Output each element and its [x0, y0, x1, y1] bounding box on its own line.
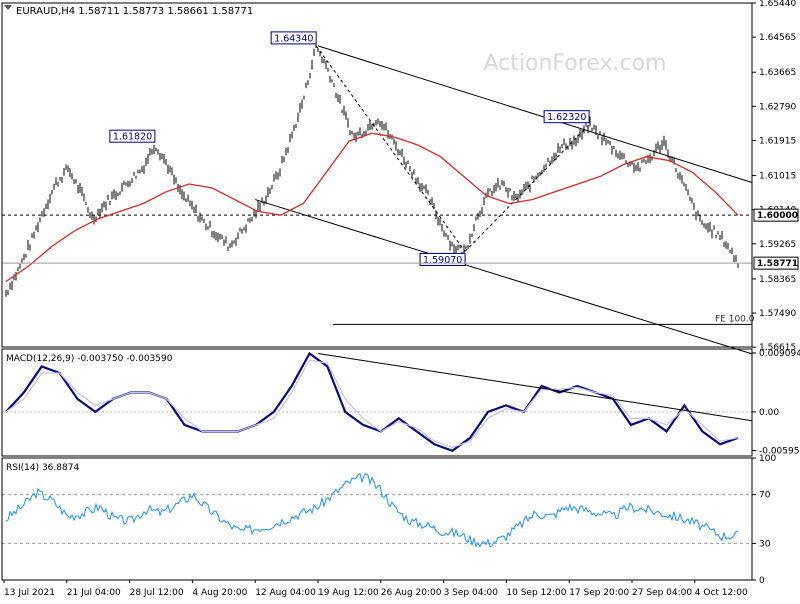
annotation-label: 1.61820 — [113, 132, 152, 143]
main-y-tick-label: 1.58365 — [759, 275, 796, 285]
annotation-label: 1.62320 — [547, 112, 586, 123]
macd-y-tick-label: 0.00 — [759, 408, 779, 418]
x-tick-label: 4 Aug 20:00 — [192, 588, 247, 598]
x-tick-label: 4 Oct 12:00 — [695, 588, 748, 598]
annotation-label: 1.64340 — [274, 33, 313, 44]
current-price-label: 1.58771 — [757, 259, 798, 269]
x-tick-label: 27 Sep 04:00 — [632, 588, 692, 598]
x-tick-label: 10 Sep 12:00 — [506, 588, 566, 598]
main-y-tick-label: 1.61015 — [759, 172, 796, 182]
rsi-y-tick-label: 100 — [759, 454, 776, 464]
main-y-tick-label: 1.65440 — [759, 0, 796, 9]
chart-header-title: EURAUD,H4 1.58711 1.58773 1.58661 1.5877… — [16, 6, 253, 17]
main-y-tick-label: 1.59265 — [759, 240, 796, 250]
main-y-tick-label: 1.63665 — [759, 68, 796, 78]
key-level-label: 1.60000 — [757, 211, 798, 221]
main-y-tick-label: 1.62790 — [759, 102, 796, 112]
x-tick-label: 17 Sep 20:00 — [569, 588, 629, 598]
macd-title: MACD(12,26,9) -0.003750 -0.003590 — [6, 354, 173, 364]
rsi-y-tick-label: 0 — [759, 576, 765, 586]
x-tick-label: 19 Aug 12:00 — [318, 588, 379, 598]
background — [0, 0, 800, 600]
chart-svg: EURAUD,H4 1.58711 1.58773 1.58661 1.5877… — [0, 0, 800, 600]
x-tick-label: 28 Jul 12:00 — [130, 588, 184, 598]
rsi-title: RSI(14) 36.8874 — [6, 463, 79, 473]
x-tick-label: 21 Jul 04:00 — [67, 588, 121, 598]
x-tick-label: 12 Aug 04:00 — [255, 588, 316, 598]
main-y-tick-label: 1.57490 — [759, 309, 796, 319]
rsi-y-tick-label: 70 — [759, 491, 771, 501]
x-tick-label: 3 Sep 04:00 — [444, 588, 499, 598]
main-y-tick-label: 1.61915 — [759, 136, 796, 146]
macd-y-tick-label: 0.009094 — [759, 349, 800, 359]
rsi-y-tick-label: 30 — [759, 539, 771, 549]
watermark: ActionForex.com — [484, 51, 667, 76]
x-tick-label: 13 Jul 2021 — [4, 588, 55, 598]
main-y-tick-label: 1.64565 — [759, 33, 796, 43]
annotation-label: 1.59070 — [423, 255, 462, 266]
x-tick-label: 26 Aug 20:00 — [381, 588, 442, 598]
fe-level-label: FE 100.0 — [715, 314, 755, 324]
euraud-chart: EURAUD,H4 1.58711 1.58773 1.58661 1.5877… — [0, 0, 800, 600]
